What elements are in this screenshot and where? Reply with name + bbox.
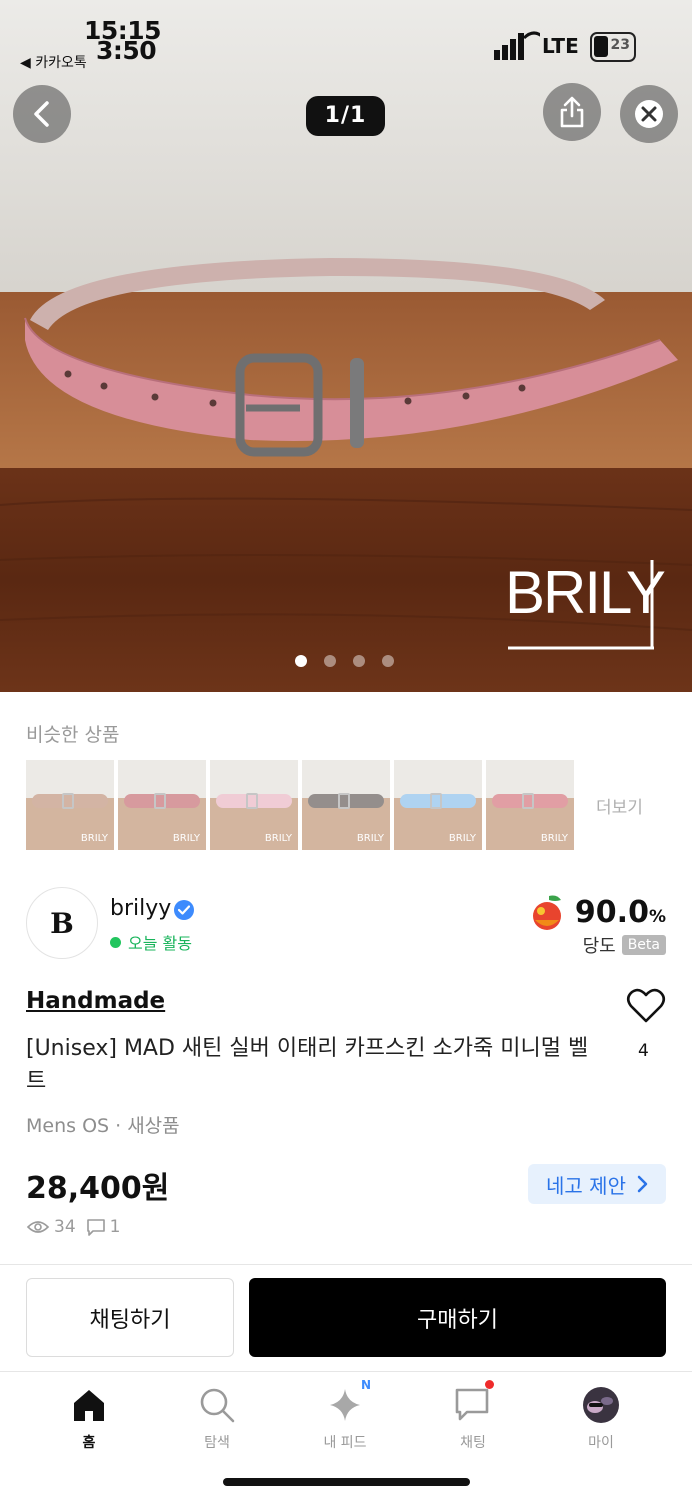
product-price: 28,400원 [26,1171,170,1206]
chevron-left-icon [34,101,49,127]
similar-items-list: BRILY BRILY BRILY BRILY BRILY BRILY [26,760,574,850]
like-count: 4 [638,1041,649,1061]
share-button[interactable] [543,83,601,141]
close-icon [635,100,663,128]
pager-dot[interactable] [382,655,394,667]
verified-badge-icon [174,900,194,920]
similar-item[interactable]: BRILY [210,760,298,850]
tab-home[interactable]: 홈 [44,1384,134,1452]
view-count: 34 [54,1217,76,1237]
similar-item[interactable]: BRILY [486,760,574,850]
home-icon [74,1390,104,1421]
tab-feed-label: 내 피드 [323,1435,367,1451]
back-to-app-link[interactable]: ◀ 카카오톡 [20,52,87,72]
home-indicator [223,1478,470,1486]
profile-avatar-icon [583,1387,619,1423]
network-type: LTE [542,34,579,58]
seller-name[interactable]: brilyy [110,896,171,921]
sweetness-label: 당도 [582,936,616,957]
beta-badge: Beta [621,935,666,955]
similar-more-link[interactable]: 더보기 [596,793,643,818]
product-brand-link[interactable]: Handmade [26,988,165,1014]
chat-button[interactable]: 채팅하기 [26,1278,234,1357]
fruit-icon [532,895,561,930]
chevron-right-icon [637,1175,648,1193]
back-button[interactable] [13,85,71,143]
search-icon [200,1388,235,1423]
product-image-viewer[interactable]: BRILY 15:15 3:50 ◀ 카카오톡 LTE 23 1/1 [0,0,692,692]
seller-avatar-letter: B [50,906,74,940]
similar-item-label: BRILY [80,833,108,844]
sweetness-label-group: 당도 Beta [583,932,666,958]
product-meta: Mens OS · 새상품 [26,1115,180,1137]
brand-watermark: BRILY [505,559,665,626]
tab-explore-label: 탐색 [204,1435,230,1451]
heart-icon[interactable] [626,988,666,1024]
seller-activity-label: 오늘 활동 [128,934,192,953]
buy-button[interactable]: 구매하기 [249,1278,666,1357]
sweetness-score[interactable]: 90.0% [527,892,666,932]
similar-item-label: BRILY [448,833,476,844]
similar-item[interactable]: BRILY [118,760,206,850]
battery-icon: 23 [590,32,636,62]
seller-activity: 오늘 활동 [110,930,192,954]
pager-dot[interactable] [324,655,336,667]
tab-my[interactable]: 마이 [556,1384,646,1452]
tab-my-label: 마이 [588,1435,614,1451]
make-offer-label: 네고 제안 [546,1173,626,1198]
close-button[interactable] [620,85,678,143]
chat-icon [455,1388,489,1421]
tab-explore[interactable]: 탐색 [172,1384,262,1452]
make-offer-button[interactable]: 네고 제안 [528,1164,666,1204]
divider [0,1264,692,1265]
similar-item-label: BRILY [172,833,200,844]
pager-dot[interactable] [295,655,307,667]
sparkle-icon [330,1389,360,1421]
tab-chat[interactable]: 채팅 [428,1380,518,1452]
similar-item-label: BRILY [540,833,568,844]
eye-icon [26,1221,50,1233]
product-stats: 34 1 [26,1217,120,1237]
unread-dot-icon [485,1380,494,1389]
similar-item-label: BRILY [264,833,292,844]
share-icon [560,96,584,128]
image-counter: 1/1 [306,96,385,136]
status-bar: 15:15 3:50 ◀ 카카오톡 LTE 23 [0,0,692,80]
online-dot-icon [110,936,121,948]
signal-icon [494,31,540,60]
status-time-secondary: 3:50 [96,36,157,65]
comment-icon [86,1219,105,1236]
similar-items-title: 비슷한 상품 [26,724,120,746]
tab-home-label: 홈 [82,1435,96,1451]
image-pager-dots [295,655,394,667]
product-title: [Unisex] MAD 새틴 실버 이태리 카프스킨 소가죽 미니멀 벨트 [26,1036,589,1094]
tab-feed[interactable]: N 내 피드 [300,1378,390,1452]
sweetness-value: 90.0 [574,894,649,930]
new-badge: N [361,1378,372,1392]
seller-avatar[interactable]: B [26,887,98,959]
sweetness-unit: % [648,906,666,927]
similar-item[interactable]: BRILY [26,760,114,850]
divider [0,1371,692,1372]
comment-count: 1 [109,1217,121,1237]
pager-dot[interactable] [353,655,365,667]
battery-level: 23 [610,37,630,53]
similar-item[interactable]: BRILY [394,760,482,850]
tab-chat-label: 채팅 [460,1435,486,1451]
similar-item[interactable]: BRILY [302,760,390,850]
similar-item-label: BRILY [356,833,384,844]
